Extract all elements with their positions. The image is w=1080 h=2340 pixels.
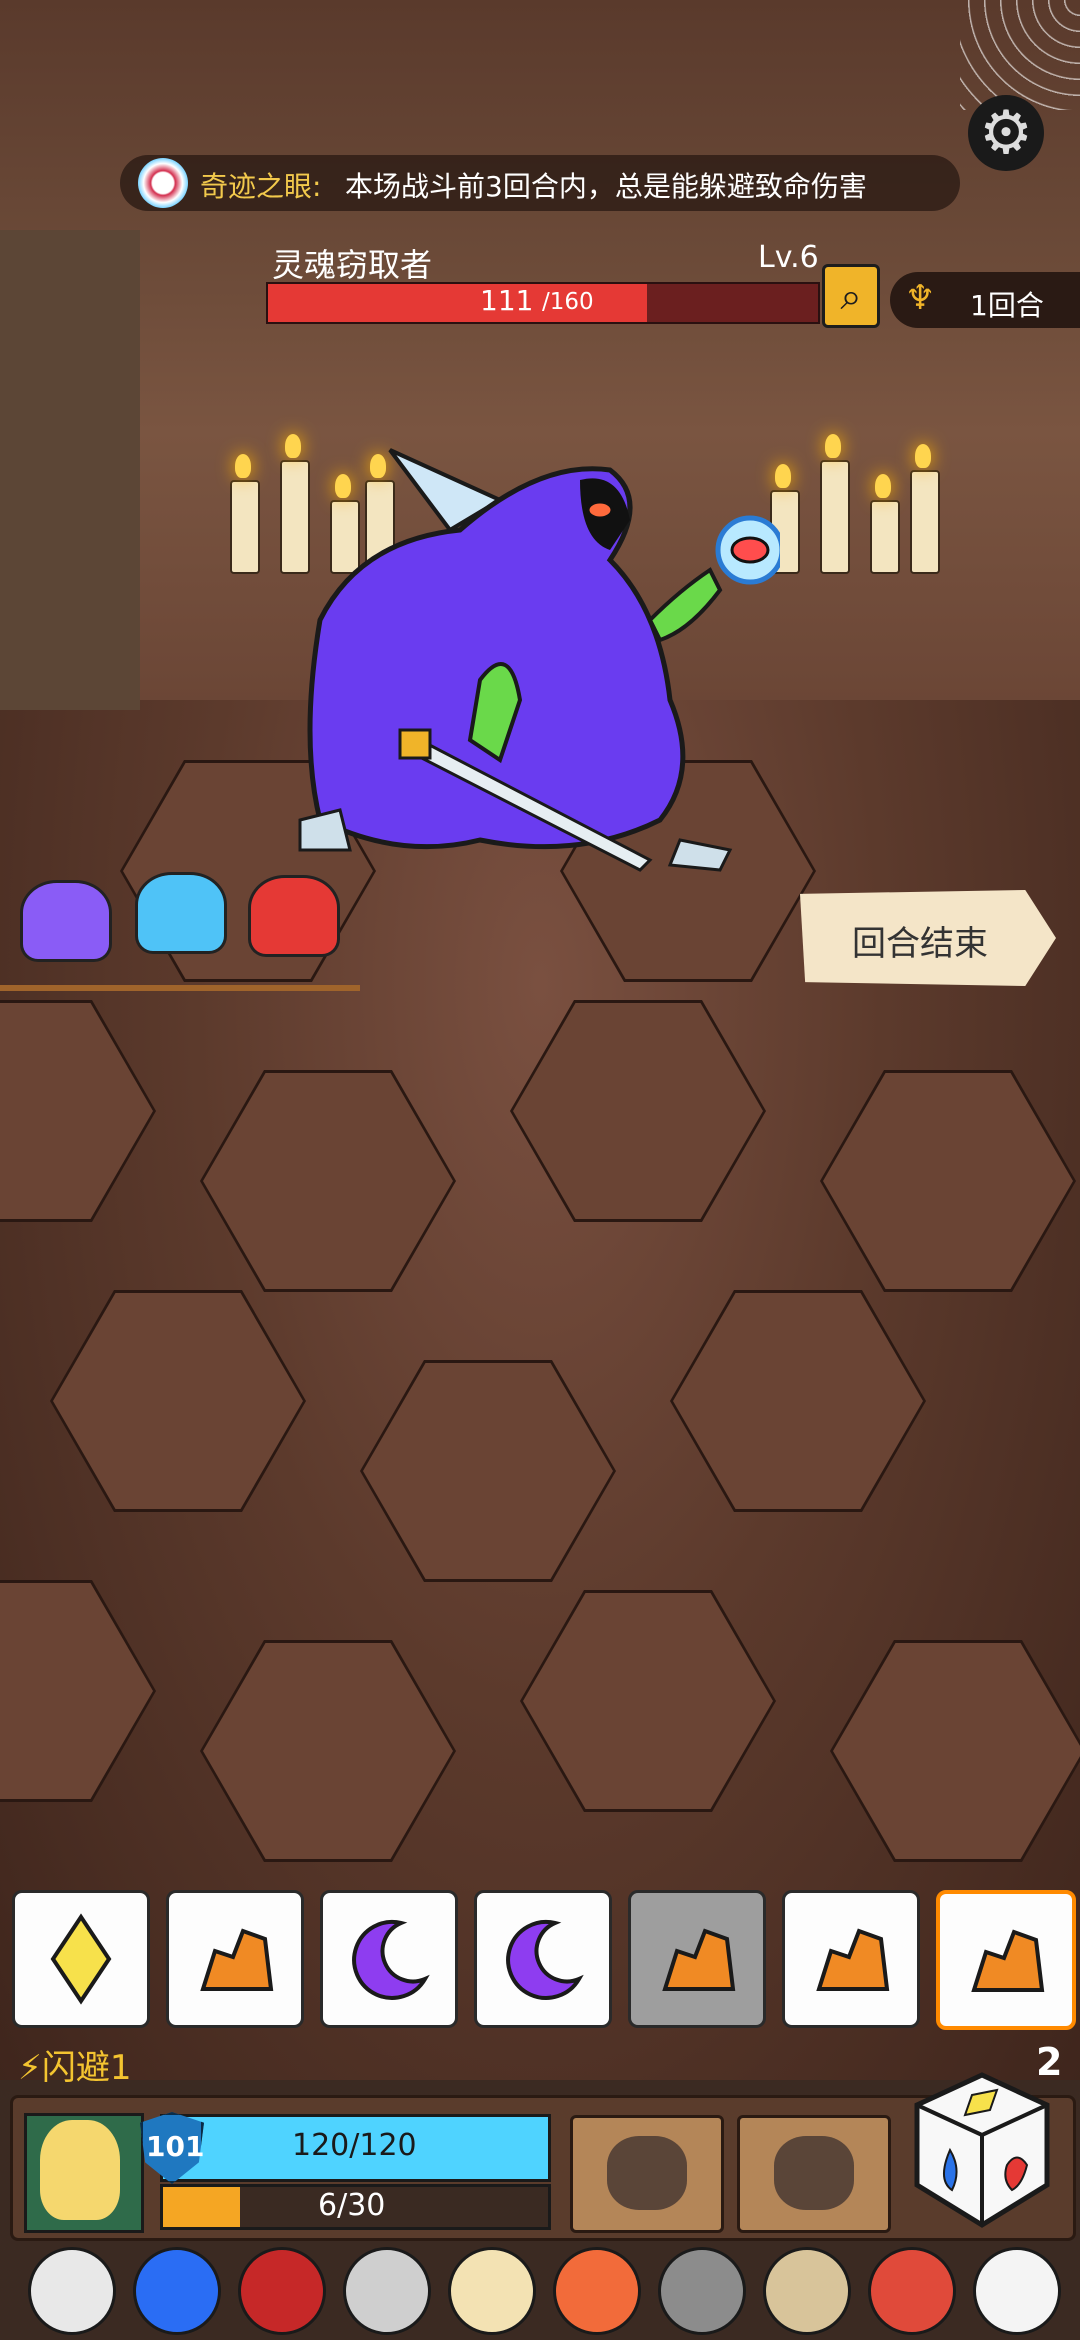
skill-slot-2[interactable] <box>737 2115 891 2233</box>
magnifier-icon[interactable]: ⌕ <box>822 264 880 328</box>
golden-mirror-icon[interactable] <box>448 2247 536 2335</box>
soul-stealer-enemy[interactable] <box>280 440 780 910</box>
moon-icon <box>352 1919 430 2000</box>
hero-face-icon <box>40 2120 120 2220</box>
spiked-gauntlet-icon <box>607 2136 687 2210</box>
die-rock-6[interactable] <box>782 1890 920 2028</box>
banner-text: 本场战斗前3回合内，总是能躲避致命伤害 <box>345 170 867 203</box>
candles-right <box>760 434 950 610</box>
stone-pillar <box>0 230 140 710</box>
dodge-buff: ⚡闪避1 <box>18 2048 132 2088</box>
enemy-hp-max: /160 <box>542 289 594 315</box>
rock-icon <box>816 1928 890 1991</box>
rock-icon <box>971 1929 1045 1992</box>
orange-shield-icon[interactable] <box>553 2247 641 2335</box>
banner-title: 奇迹之眼: <box>200 170 322 203</box>
blue-potion-icon[interactable] <box>135 872 227 954</box>
silver-ring-icon[interactable] <box>343 2247 431 2335</box>
rock-icon <box>662 1928 736 1991</box>
round-label: 1回合 <box>970 289 1044 322</box>
die-moon-3[interactable] <box>320 1890 458 2028</box>
die-rock-2[interactable] <box>166 1890 304 2028</box>
player-hp-text: 120/120 <box>292 2128 417 2163</box>
blue-flame-eye-icon[interactable] <box>133 2247 221 2335</box>
gear-icon[interactable]: ⚙ <box>968 95 1044 171</box>
die-rock-5[interactable] <box>628 1890 766 2028</box>
spider-web <box>960 0 1080 110</box>
horned-skull-icon[interactable] <box>28 2247 116 2335</box>
skill-slot-1[interactable] <box>570 2115 724 2233</box>
enemy-name: 灵魂窃取者 <box>272 246 433 284</box>
feather-quill-icon <box>774 2136 854 2210</box>
moon-icon <box>506 1919 584 2000</box>
red-potion-icon[interactable] <box>248 875 340 957</box>
iron-armor-icon[interactable] <box>658 2247 746 2335</box>
bone-scroll-icon[interactable] <box>763 2247 851 2335</box>
end-turn-label: 回合结束 <box>852 924 988 964</box>
roll-dice-button[interactable] <box>912 2070 1052 2230</box>
purple-eye-potion-icon[interactable] <box>20 880 112 962</box>
spiky-eye-icon[interactable] <box>868 2247 956 2335</box>
energy-fill <box>163 2187 240 2227</box>
ruby-drum-icon[interactable] <box>238 2247 326 2335</box>
die-diamond-1[interactable] <box>12 1890 150 2028</box>
energy-text: 6/30 <box>318 2188 386 2223</box>
die-moon-4[interactable] <box>474 1890 612 2028</box>
diamond-icon <box>50 1913 112 2005</box>
skull-card-icon[interactable] <box>973 2247 1061 2335</box>
enemy-hp-current: 111 <box>480 284 534 317</box>
miracle-eye-icon <box>138 158 188 208</box>
rock-icon <box>200 1928 274 1991</box>
die-rock-7[interactable] <box>936 1890 1076 2030</box>
scroll-icon: ♆ <box>905 278 936 318</box>
shield-value: 101 <box>146 2130 205 2163</box>
enemy-level: Lv.6 <box>758 240 819 275</box>
